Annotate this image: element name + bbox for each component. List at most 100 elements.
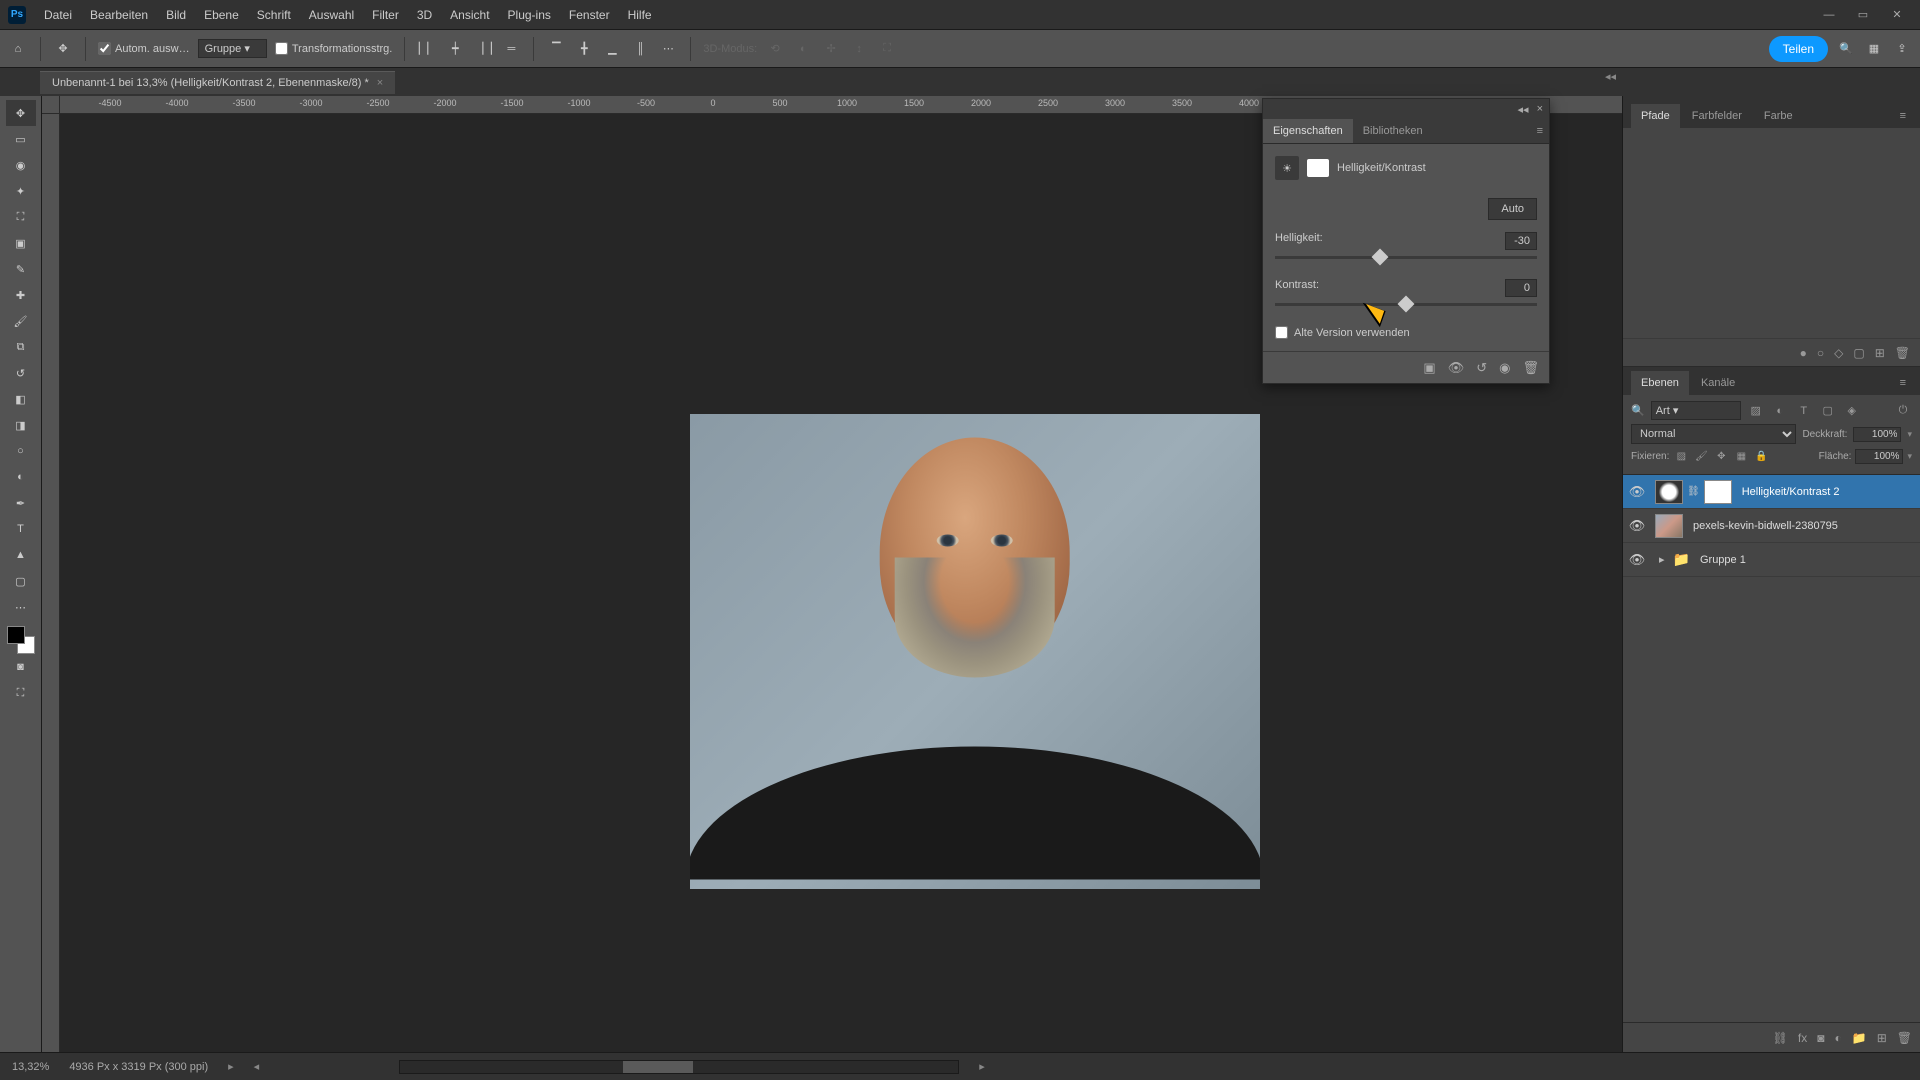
legacy-checkbox-row[interactable]: Alte Version verwenden [1275,326,1537,339]
blur-tool[interactable]: ○ [6,438,36,464]
eraser-tool[interactable]: ◧ [6,386,36,412]
filter-pixel-icon[interactable]: ▨ [1747,402,1765,420]
scroll-right-icon[interactable]: ▸ [979,1060,985,1073]
brightness-slider-thumb[interactable] [1371,249,1388,266]
collapse-icon[interactable]: ◂◂ [1518,103,1529,116]
layer-style-icon[interactable]: fx [1798,1031,1807,1045]
tab-eigenschaften[interactable]: Eigenschaften [1263,119,1353,143]
search-icon[interactable]: 🔍 [1836,39,1856,59]
close-panel-icon[interactable]: × [1537,103,1543,115]
brush-tool[interactable]: 🖌 [6,308,36,334]
fill-input[interactable] [1855,449,1903,464]
lock-position-icon[interactable]: ✥ [1713,448,1729,464]
blend-mode-select[interactable]: Normal [1631,424,1796,444]
layer-name[interactable]: Helligkeit/Kontrast 2 [1736,486,1840,498]
mask-thumb[interactable] [1704,480,1732,504]
eyedropper-tool[interactable]: ✎ [6,256,36,282]
panel-header[interactable]: ◂◂ × [1263,99,1549,119]
crop-tool[interactable]: ⛶ [6,204,36,230]
menu-hilfe[interactable]: Hilfe [620,4,660,26]
delete-layer-icon[interactable]: 🗑 [1897,1031,1912,1045]
lock-artboard-icon[interactable]: ▦ [1733,448,1749,464]
fill-path-icon[interactable]: ● [1800,346,1807,360]
panel-menu-icon[interactable]: ≡ [1531,119,1549,143]
brightness-slider[interactable] [1275,256,1537,259]
quick-mask-tool[interactable]: ◙ [6,654,36,680]
search-icon[interactable]: 🔍 [1631,404,1645,417]
link-icon[interactable]: ⛓ [1687,486,1700,497]
screen-mode-tool[interactable]: ⛶ [6,680,36,706]
filter-type-icon[interactable]: T [1795,402,1813,420]
horizontal-scrollbar[interactable] [399,1060,959,1074]
link-layers-icon[interactable]: ⛓ [1773,1031,1788,1045]
menu-filter[interactable]: Filter [364,4,407,26]
minimize-button[interactable]: — [1814,3,1844,27]
toggle-visibility-icon[interactable]: 👁 [1448,360,1465,376]
menu-bild[interactable]: Bild [158,4,194,26]
align-left-icon[interactable]: ▏▏ [417,39,437,59]
new-path-icon[interactable]: ⊞ [1875,346,1885,360]
layer-item[interactable]: 👁 ▸ 📁 Gruppe 1 [1623,543,1920,577]
adjustment-thumb[interactable] [1655,480,1683,504]
view-previous-icon[interactable]: ◉ [1499,360,1510,376]
distribute-v-icon[interactable]: ║ [630,39,650,59]
filter-adj-icon[interactable]: ◐ [1771,402,1789,420]
more-tools[interactable]: ⋯ [6,594,36,620]
menu-auswahl[interactable]: Auswahl [301,4,362,26]
scrollbar-thumb[interactable] [623,1061,693,1073]
lock-all-icon[interactable]: 🔒 [1753,448,1769,464]
maximize-button[interactable]: ▭ [1848,3,1878,27]
menu-bearbeiten[interactable]: Bearbeiten [82,4,156,26]
type-tool[interactable]: T [6,516,36,542]
move-tool-icon[interactable]: ✥ [53,39,73,59]
new-layer-icon[interactable]: ⊞ [1877,1031,1887,1045]
document-info[interactable]: 4936 Px x 3319 Px (300 ppi) [69,1061,208,1073]
collapse-panel-icon[interactable]: ◂◂ [1601,66,1620,87]
panel-menu-icon[interactable]: ≡ [1894,104,1912,128]
path-select-tool[interactable]: ▲ [6,542,36,568]
visibility-toggle[interactable]: 👁 [1623,484,1651,500]
layer-list[interactable]: 👁 ⛓ Helligkeit/Kontrast 2 👁 pexels-kevin… [1623,475,1920,1022]
menu-fenster[interactable]: Fenster [561,4,618,26]
tab-farbfelder[interactable]: Farbfelder [1682,104,1752,128]
menu-ebene[interactable]: Ebene [196,4,247,26]
color-swatches[interactable] [7,626,35,654]
filter-shape-icon[interactable]: ▢ [1819,402,1837,420]
filter-type-select[interactable]: Art ▾ [1651,401,1741,420]
image-thumb[interactable] [1655,514,1683,538]
align-bottom-icon[interactable]: ▁ [602,39,622,59]
layers-menu-icon[interactable]: ≡ [1894,371,1912,395]
scroll-left-icon[interactable]: ◂ [254,1060,260,1073]
filter-smart-icon[interactable]: ◈ [1843,402,1861,420]
lasso-tool[interactable]: ◉ [6,152,36,178]
clip-to-layer-icon[interactable]: ▣ [1423,360,1435,376]
align-top-icon[interactable]: ▔ [546,39,566,59]
tab-kanaele[interactable]: Kanäle [1691,371,1745,395]
close-button[interactable]: ✕ [1882,3,1912,27]
contrast-value[interactable]: 0 [1505,279,1537,297]
share-export-icon[interactable]: ⇪ [1892,39,1912,59]
new-adjustment-icon[interactable]: ◐ [1835,1031,1842,1045]
auto-select-input[interactable] [98,42,111,55]
delete-adjustment-icon[interactable]: 🗑 [1522,360,1539,376]
layer-item[interactable]: 👁 pexels-kevin-bidwell-2380795 [1623,509,1920,543]
stroke-path-icon[interactable]: ○ [1817,346,1824,360]
auto-button[interactable]: Auto [1488,198,1537,220]
document-tab[interactable]: Unbenannt-1 bei 13,3% (Helligkeit/Kontra… [40,71,395,94]
new-group-icon[interactable]: 📁 [1852,1031,1867,1045]
gradient-tool[interactable]: ◨ [6,412,36,438]
paths-list[interactable] [1623,128,1920,338]
history-brush-tool[interactable]: ↺ [6,360,36,386]
reset-icon[interactable]: ↺ [1476,360,1487,376]
tab-pfade[interactable]: Pfade [1631,104,1680,128]
frame-tool[interactable]: ▣ [6,230,36,256]
align-center-h-icon[interactable]: ┿ [445,39,465,59]
contrast-slider[interactable] [1275,303,1537,306]
home-icon[interactable]: ⌂ [8,39,28,59]
tab-farbe[interactable]: Farbe [1754,104,1803,128]
fill-dropdown-icon[interactable]: ▾ [1907,451,1912,462]
menu-3d[interactable]: 3D [409,4,440,26]
filter-toggle[interactable]: ⏻ [1894,402,1912,420]
ruler-vertical[interactable] [42,114,60,1052]
menu-schrift[interactable]: Schrift [249,4,299,26]
